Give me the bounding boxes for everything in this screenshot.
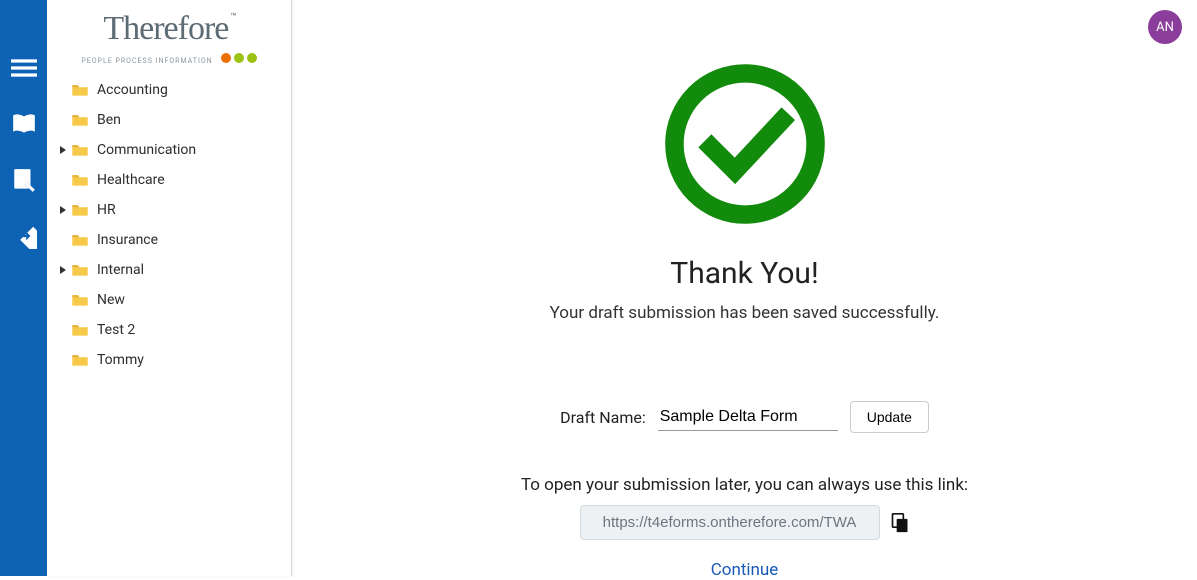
sidebar-item-internal[interactable]: Internal <box>47 255 291 285</box>
sidebar-item-label: Insurance <box>97 232 158 248</box>
logo-tagline: PEOPLE PROCESS INFORMATION <box>81 57 212 65</box>
sidebar-item-ben[interactable]: Ben <box>47 105 291 135</box>
sidebar-item-label: Internal <box>97 262 144 278</box>
directions-icon[interactable] <box>11 223 37 249</box>
nav-rail <box>0 0 47 576</box>
document-edit-icon[interactable] <box>11 167 37 193</box>
copy-icon[interactable] <box>890 512 910 534</box>
avatar[interactable]: AN <box>1148 10 1182 44</box>
sidebar-item-label: Test 2 <box>97 322 135 338</box>
expand-caret-icon[interactable] <box>57 266 69 274</box>
link-row <box>292 505 1197 540</box>
page-subtitle: Your draft submission has been saved suc… <box>292 303 1197 323</box>
sidebar-item-insurance[interactable]: Insurance <box>47 225 291 255</box>
sidebar-item-label: Tommy <box>97 352 144 368</box>
sidebar-item-communication[interactable]: Communication <box>47 135 291 165</box>
menu-icon[interactable] <box>11 55 37 81</box>
update-button[interactable]: Update <box>850 401 929 433</box>
sidebar-item-hr[interactable]: HR <box>47 195 291 225</box>
sidebar-item-label: New <box>97 292 125 308</box>
sidebar-item-label: HR <box>97 202 116 218</box>
draft-name-row: Draft Name: Update <box>292 401 1197 433</box>
sidebar-item-new[interactable]: New <box>47 285 291 315</box>
main-content: AN Thank You! Your draft submission has … <box>292 0 1197 576</box>
folder-tree: Accounting Ben Communication Healthcare HR In… <box>47 71 291 379</box>
sidebar-item-label: Communication <box>97 142 196 158</box>
link-hint-text: To open your submission later, you can a… <box>292 475 1197 495</box>
success-check-icon <box>661 60 829 228</box>
logo: Therefore™ PEOPLE PROCESS INFORMATION <box>47 0 291 71</box>
book-icon[interactable] <box>11 111 37 137</box>
sidebar-item-test-2[interactable]: Test 2 <box>47 315 291 345</box>
draft-name-label: Draft Name: <box>560 408 646 427</box>
sidebar: Therefore™ PEOPLE PROCESS INFORMATION Ac… <box>47 0 292 576</box>
logo-dots <box>221 53 257 63</box>
logo-text: Therefore <box>103 10 228 48</box>
sidebar-item-healthcare[interactable]: Healthcare <box>47 165 291 195</box>
expand-caret-icon[interactable] <box>57 206 69 214</box>
sidebar-item-label: Healthcare <box>97 172 165 188</box>
draft-name-input[interactable] <box>658 404 838 431</box>
sidebar-item-label: Ben <box>97 112 121 128</box>
share-link-input[interactable] <box>580 505 880 540</box>
continue-link[interactable]: Continue <box>711 560 779 580</box>
sidebar-item-accounting[interactable]: Accounting <box>47 75 291 105</box>
sidebar-item-label: Accounting <box>97 82 168 98</box>
sidebar-item-tommy[interactable]: Tommy <box>47 345 291 375</box>
expand-caret-icon[interactable] <box>57 146 69 154</box>
page-title: Thank You! <box>292 256 1197 291</box>
